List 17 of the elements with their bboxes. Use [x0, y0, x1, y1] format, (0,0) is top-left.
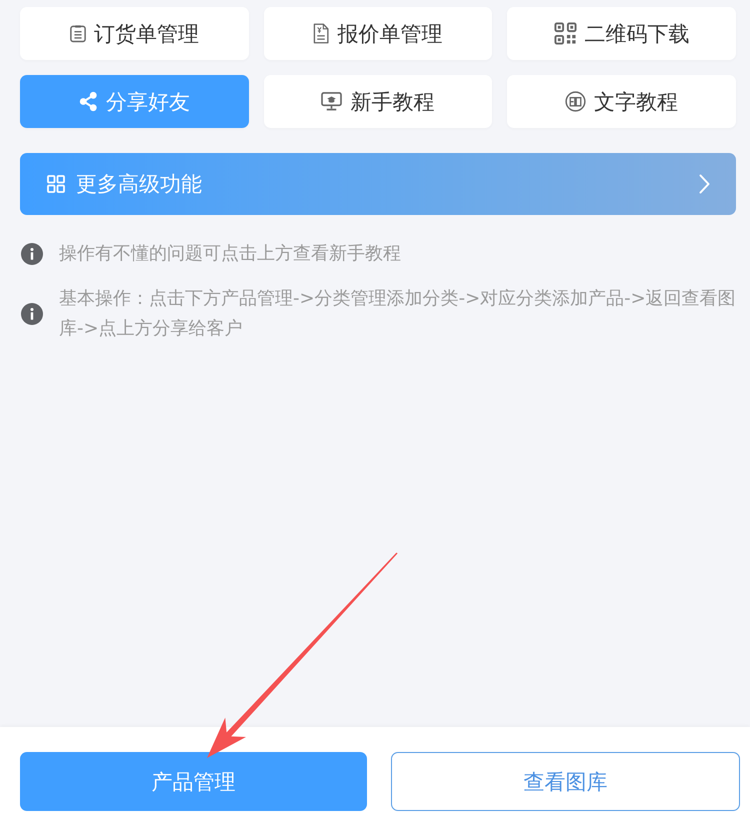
tip-text: 操作有不懂的问题可点击上方查看新手教程 — [59, 242, 401, 266]
tile-button[interactable]: 二维码下载 — [507, 7, 736, 60]
info-icon — [21, 303, 43, 325]
info-icon — [21, 243, 43, 265]
tile-button[interactable]: 新手教程 — [264, 75, 492, 128]
tile-button[interactable]: 订货单管理 — [20, 7, 249, 60]
clipboard-icon — [70, 24, 86, 43]
tile-button[interactable]: 报价单管理 — [264, 7, 492, 60]
book-circle-icon — [565, 91, 586, 112]
chevron-right-icon — [699, 174, 710, 194]
grid-icon — [47, 175, 65, 193]
monitor-icon — [321, 92, 342, 111]
tip-text: 基本操作：点击下方产品管理->分类管理添加分类->对应分类添加产品->返回查看图库->点上方分享给客户 — [59, 287, 736, 341]
share-icon — [78, 91, 98, 112]
document-icon — [313, 23, 330, 44]
tile-button[interactable]: 文字教程 — [507, 75, 736, 128]
qr-code-icon — [554, 22, 577, 45]
